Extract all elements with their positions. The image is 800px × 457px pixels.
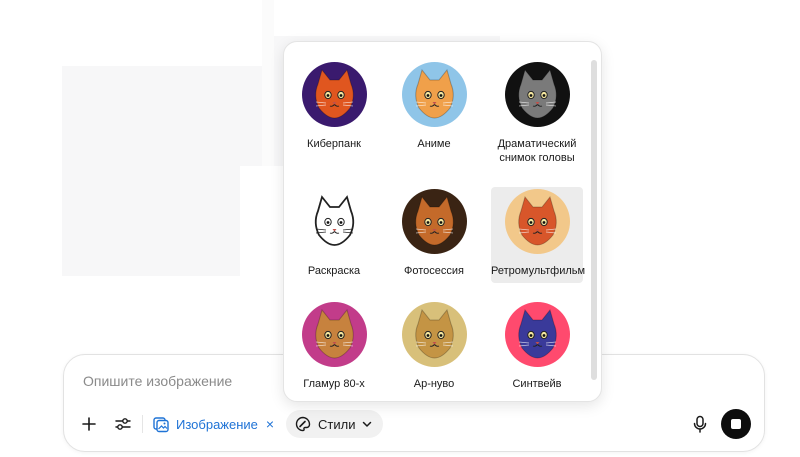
cat-anime-icon [401,62,467,127]
style-option-cyberpunk[interactable]: Киберпанк [288,60,380,172]
style-option-label: Раскраска [307,265,361,277]
style-option-retro-cartoon[interactable]: Ретромультфильм [491,187,586,283]
style-option-glamour-80s[interactable]: Гламур 80-х [288,300,380,396]
microphone-icon [692,415,708,433]
cat-synthwave-icon [504,302,570,367]
sliders-icon [114,415,132,433]
scrollbar[interactable] [591,60,597,380]
background-panel [62,216,240,276]
style-option-anime[interactable]: Аниме [388,60,480,172]
remove-image-mode-button[interactable]: × [266,416,274,432]
chevron-down-icon [361,418,373,430]
styles-button[interactable]: Стили [286,410,384,438]
palette-icon [294,415,312,433]
cat-cyberpunk-icon [301,62,367,127]
stop-button[interactable] [721,409,751,439]
style-option-label: Фотосессия [404,265,464,277]
style-option-synthwave[interactable]: Синтвейв [491,300,583,396]
style-option-label: Драматический снимок головы [497,138,577,164]
cat-glamour-icon [301,302,367,367]
style-option-photoshoot[interactable]: Фотосессия [388,187,480,283]
styles-button-label: Стили [318,416,356,432]
style-option-label: Синтвейв [512,378,562,390]
image-icon [152,415,170,433]
tools-button[interactable] [112,413,134,435]
style-option-label: Гламур 80-х [303,378,365,390]
voice-input-button[interactable] [690,414,710,434]
image-mode-chip[interactable]: Изображение × [152,411,274,437]
toolbar-divider [142,415,143,433]
background-panel [240,166,280,276]
style-option-label: Ар-нуво [413,378,455,390]
style-option-label: Киберпанк [307,138,361,150]
styles-popover: Киберпанк Аниме Драматический снимок голов… [283,41,602,402]
cat-lineart-icon [301,189,367,254]
cat-dramatic-icon [504,62,570,127]
cat-photo-icon [401,189,467,254]
style-option-art-nouveau[interactable]: Ар-нуво [388,300,480,396]
style-option-coloring[interactable]: Раскраска [288,187,380,283]
add-attachment-button[interactable] [78,413,100,435]
cat-artnouveau-icon [401,302,467,367]
style-option-dramatic-headshot[interactable]: Драматический снимок головы [491,60,583,172]
cat-retro-icon [504,189,570,254]
style-option-label: Аниме [417,138,451,150]
plus-icon [81,416,97,432]
prompt-input[interactable]: Опишите изображение [83,373,232,389]
stop-icon [731,419,741,429]
style-option-label: Ретромультфильм [491,265,586,277]
image-chip-label: Изображение [176,416,258,432]
